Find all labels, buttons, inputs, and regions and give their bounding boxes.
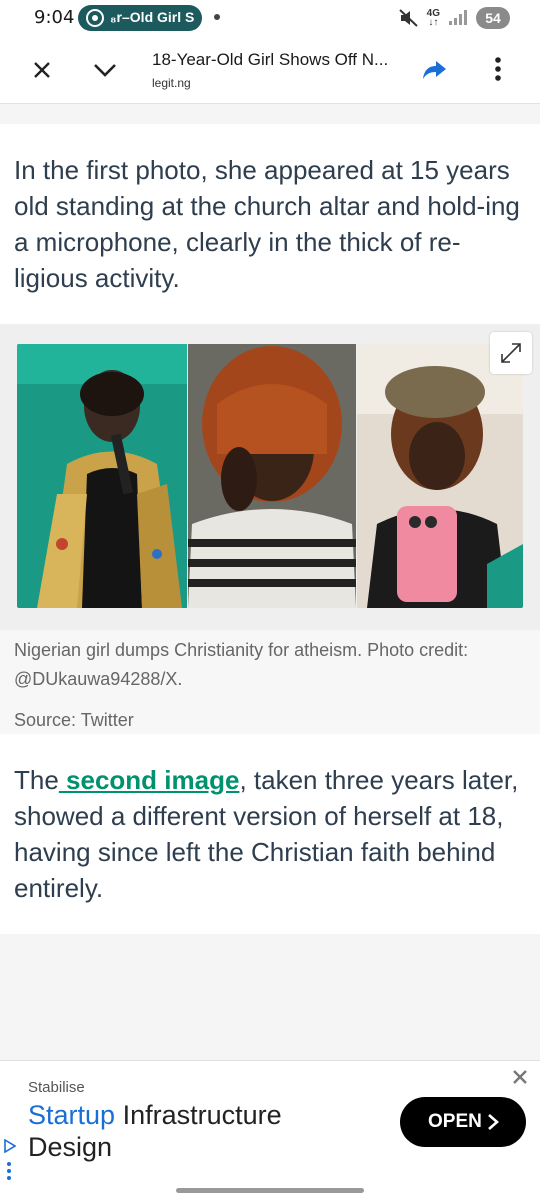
ad-title-highlight: Startup	[28, 1100, 116, 1130]
ad-close-icon[interactable]	[510, 1067, 530, 1087]
mute-icon	[398, 9, 418, 27]
battery-indicator: 54	[476, 7, 510, 29]
custom-tab-toolbar: 18-Year-Old Girl Shows Off N... legit.ng	[0, 36, 540, 104]
signal-icon	[449, 10, 467, 25]
notification-dot	[214, 14, 220, 20]
page-title: 18-Year-Old Girl Shows Off N...	[152, 50, 389, 69]
article-photo-collage[interactable]	[17, 344, 523, 608]
ad-title[interactable]: Startup Infrastructure Design	[28, 1099, 348, 1163]
expand-icon	[501, 343, 521, 363]
share-icon[interactable]	[420, 54, 450, 84]
image-source: Source: Twitter	[14, 710, 134, 730]
page-url: legit.ng	[152, 76, 191, 90]
article-image-block	[0, 324, 540, 630]
ad-open-button[interactable]: OPEN	[400, 1097, 526, 1147]
expand-image-button[interactable]	[490, 332, 532, 374]
article-paragraph-2: The second image, taken three years late…	[14, 762, 528, 906]
ad-menu-icon[interactable]	[6, 1161, 12, 1181]
media-notification-pill[interactable]: ₈r–Old Girl S	[78, 5, 202, 31]
article-paragraph-1: In the first photo, she appeared at 15 y…	[14, 155, 520, 293]
network-type: 4G ↓↑	[426, 8, 440, 28]
paragraph-2-prefix: The	[14, 765, 59, 795]
image-caption-block: Nigerian girl dumps Christianity for ath…	[0, 630, 540, 734]
close-icon[interactable]	[28, 56, 56, 84]
more-options-icon[interactable]	[484, 54, 512, 84]
status-bar: 9:04 ₈r–Old Girl S 4G ↓↑ 54	[0, 0, 540, 36]
status-time: 9:04	[34, 7, 75, 28]
second-image-link[interactable]: second image	[59, 765, 239, 795]
pill-text: ₈r–Old Girl S	[110, 9, 195, 25]
ad-open-label: OPEN	[428, 1111, 482, 1132]
chevron-down-icon[interactable]	[90, 56, 120, 84]
ad-brand: Stabilise	[28, 1079, 85, 1096]
ad-choices-icon[interactable]	[4, 1139, 16, 1153]
status-icons: 4G ↓↑ 54	[398, 6, 510, 30]
article-content: In the first photo, she appeared at 15 y…	[0, 104, 540, 1200]
chevron-right-icon	[488, 1114, 499, 1130]
ad-banner[interactable]: Stabilise Startup Infrastructure Design …	[0, 1060, 540, 1200]
gesture-home-bar[interactable]	[176, 1188, 364, 1193]
chrome-icon	[86, 9, 104, 27]
image-caption: Nigerian girl dumps Christianity for ath…	[14, 640, 469, 689]
